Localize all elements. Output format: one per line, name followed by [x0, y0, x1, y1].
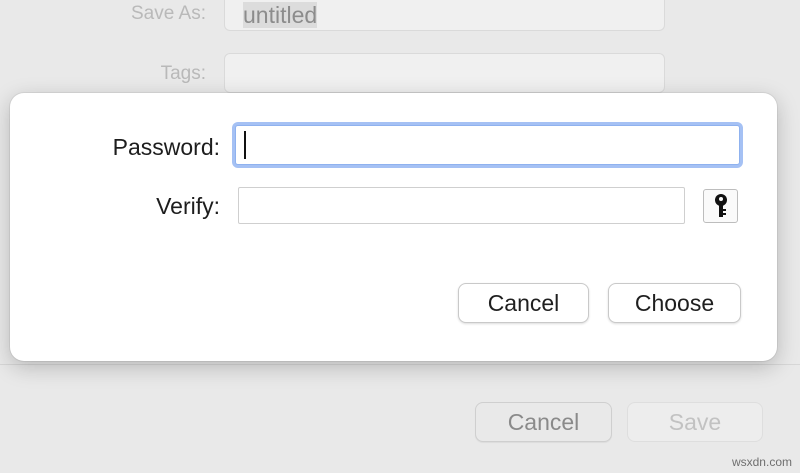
save-as-value: untitled — [243, 2, 318, 28]
verify-label: Verify: — [156, 193, 220, 219]
password-assistant-button[interactable] — [703, 189, 738, 223]
background-cancel-button[interactable]: Cancel — [475, 402, 612, 442]
watermark-text: wsxdn.com — [731, 455, 792, 469]
password-label: Password: — [112, 134, 220, 160]
password-sheet: Password: Verify: Cancel Choose — [10, 93, 777, 361]
choose-button[interactable]: Choose — [608, 283, 741, 323]
tags-label: Tags: — [160, 63, 206, 84]
background-save-button[interactable]: Save — [627, 402, 763, 442]
save-as-label: Save As: — [131, 3, 206, 24]
key-icon — [714, 194, 727, 217]
save-as-field[interactable]: untitled — [224, 0, 665, 31]
password-input[interactable] — [235, 125, 740, 165]
tags-field[interactable] — [224, 53, 665, 93]
verify-input[interactable] — [238, 187, 685, 224]
cancel-button[interactable]: Cancel — [458, 283, 589, 323]
text-cursor — [244, 131, 246, 159]
panel-divider — [0, 364, 800, 365]
